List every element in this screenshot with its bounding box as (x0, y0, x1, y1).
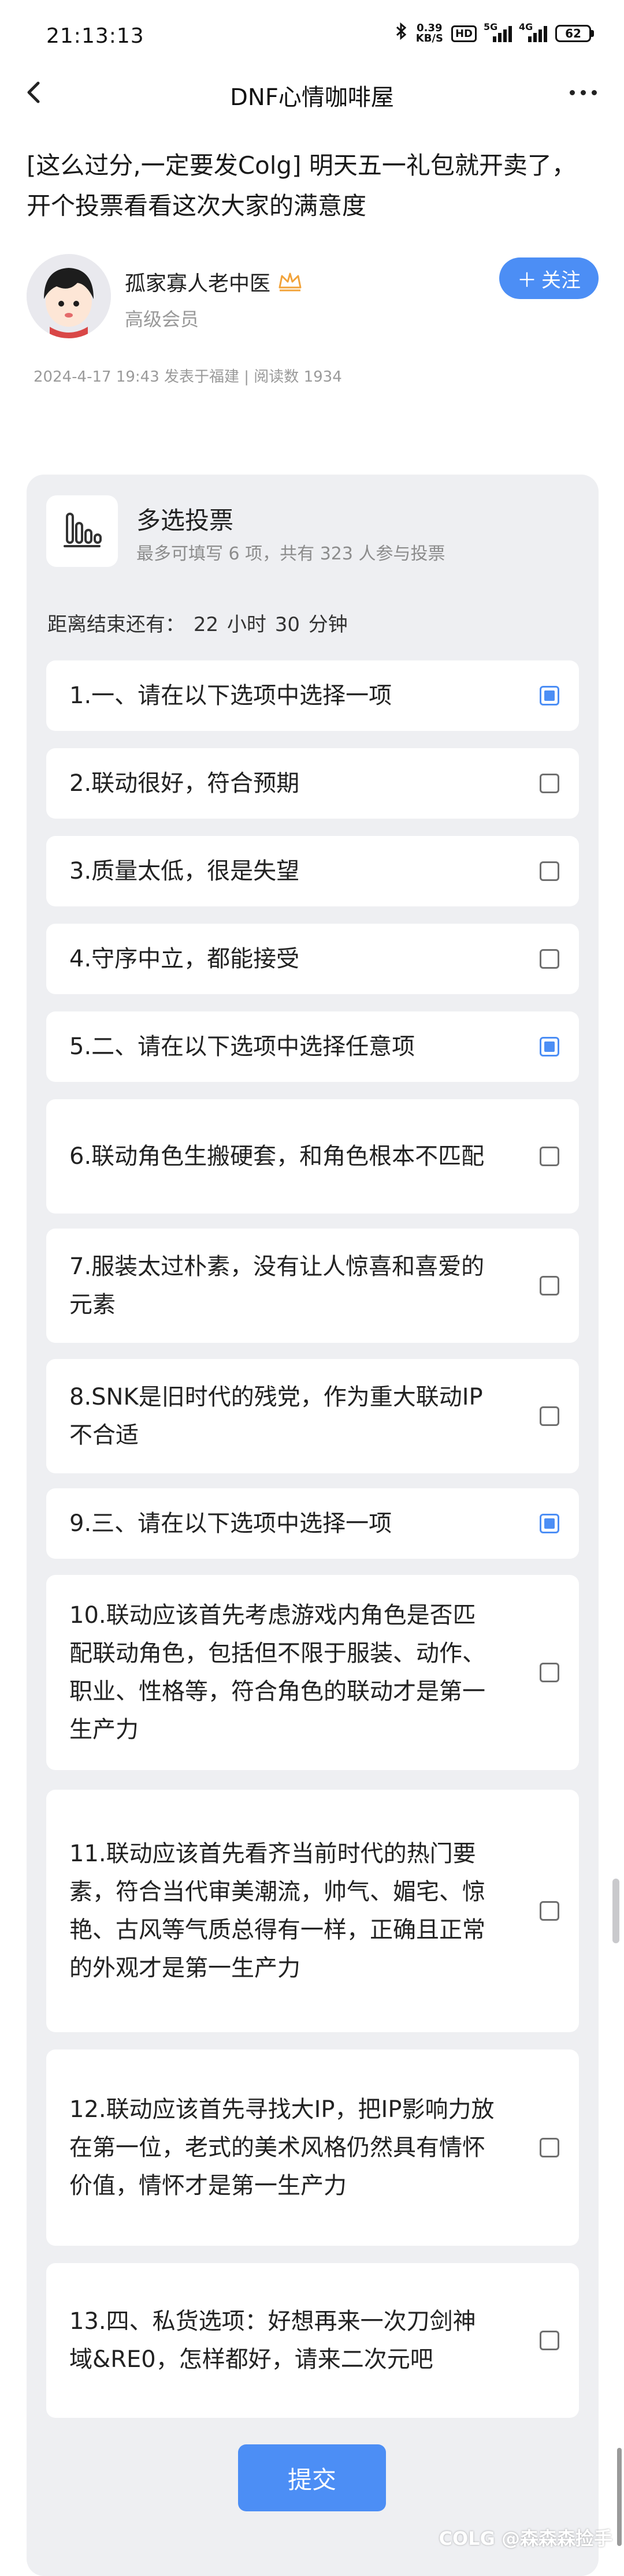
follow-button[interactable]: ＋ 关注 (499, 257, 599, 299)
submit-button[interactable]: 提交 (238, 2444, 386, 2511)
vote-option-2[interactable]: 2.联动很好，符合预期 (46, 748, 579, 819)
vote-option-5[interactable]: 5.二、请在以下选项中选择任意项 (46, 1011, 579, 1082)
nav-title: DNF心情咖啡屋 (230, 84, 394, 111)
signal-4g-icon: 4G (519, 21, 547, 42)
vote-subtitle: 最多可填写 6 项，共有 323 人参与投票 (136, 544, 445, 564)
more-dots-icon (569, 89, 575, 95)
watermark: COLG @森森森捡手 (439, 2528, 613, 2549)
vote-option-text: 1.一、请在以下选项中选择一项 (69, 682, 392, 709)
scrollbar-thumb[interactable] (612, 1879, 619, 1943)
vote-option-text: 13.四、私货选项：好想再来一次刀剑神域&RE0，怎样都好，请来二次元吧 (69, 2308, 476, 2373)
plus-icon: ＋ (517, 268, 537, 292)
vote-option-6[interactable]: 6.联动角色生搬硬套，和角色根本不匹配 (46, 1099, 579, 1214)
deadline-minutes: 30 (274, 613, 300, 636)
status-bar: 21:13:13 0.39 KB/S HD 5G 4G 62 (0, 0, 624, 69)
vote-option-10[interactable]: 10.联动应该首先考虑游戏内角色是否匹配联动角色，包括但不限于服装、动作、职业、… (46, 1575, 579, 1770)
checkbox-icon[interactable] (540, 774, 559, 793)
author-name[interactable]: 孤家寡人老中医 (125, 267, 270, 297)
checkbox-icon[interactable] (540, 1901, 559, 1921)
vote-option-1[interactable]: 1.一、请在以下选项中选择一项 (46, 660, 579, 731)
vote-option-text: 8.SNK是旧时代的残党，作为重大联动IP不合适 (69, 1384, 483, 1448)
vote-option-9[interactable]: 9.三、请在以下选项中选择一项 (46, 1488, 579, 1559)
vote-option-12[interactable]: 12.联动应该首先寻找大IP，把IP影响力放在第一位，老式的美术风格仍然具有情怀… (46, 2049, 579, 2246)
author-name-row: 孤家寡人老中医 (125, 267, 303, 297)
signal-4g-label: 4G (519, 21, 533, 32)
more-button[interactable] (563, 75, 603, 110)
vote-option-3[interactable]: 3.质量太低，很是失望 (46, 836, 579, 906)
status-time: 21:13:13 (46, 24, 144, 48)
vote-option-text: 11.联动应该首先看齐当前时代的热门要素，符合当代审美潮流，帅气、媚宅、惊艳、古… (69, 1840, 485, 1981)
checkbox-icon[interactable] (540, 1276, 559, 1296)
vote-type: 多选投票 (136, 506, 234, 535)
vote-option-text: 10.联动应该首先考虑游戏内角色是否匹配联动角色，包括但不限于服装、动作、职业、… (69, 1602, 485, 1743)
checkbox-icon[interactable] (540, 2138, 559, 2157)
deadline-hours: 22 (193, 613, 219, 636)
vote-option-text: 12.联动应该首先寻找大IP，把IP影响力放在第一位，老式的美术风格仍然具有情怀… (69, 2096, 495, 2199)
post-meta: 2024-4-17 19:43 发表于福建 | 阅读数 1934 (34, 368, 342, 386)
vote-option-text: 7.服装太过朴素，没有让人惊喜和喜爱的元素 (69, 1253, 485, 1318)
bluetooth-icon (395, 22, 408, 45)
signal-5g-label: 5G (484, 21, 498, 32)
battery-level: 62 (555, 25, 591, 42)
vote-option-text: 6.联动角色生搬硬套，和角色根本不匹配 (69, 1143, 485, 1170)
vote-option-text: 5.二、请在以下选项中选择任意项 (69, 1033, 415, 1060)
vote-option-4[interactable]: 4.守序中立，都能接受 (46, 924, 579, 994)
follow-label: 关注 (541, 268, 581, 292)
checkbox-checked-icon[interactable] (540, 1037, 559, 1056)
author-row: 孤家寡人老中医 高级会员 ＋ 关注 (27, 254, 599, 346)
post-title: [这么过分,一定要发Colg] 明天五一礼包就开卖了，开个投票看看这次大家的满意… (27, 151, 576, 220)
vote-option-7[interactable]: 7.服装太过朴素，没有让人惊喜和喜爱的元素 (46, 1229, 579, 1343)
checkbox-icon[interactable] (540, 861, 559, 881)
checkbox-checked-icon[interactable] (540, 1514, 559, 1533)
checkbox-icon[interactable] (540, 1147, 559, 1166)
vote-option-text: 2.联动很好，符合预期 (69, 770, 300, 797)
crown-icon (278, 272, 302, 292)
status-icons: 0.39 KB/S HD 5G 4G 62 (395, 21, 594, 45)
nav-bar: DNF心情咖啡屋 (0, 69, 624, 115)
avatar[interactable] (27, 254, 111, 338)
checkbox-icon[interactable] (540, 1406, 559, 1426)
net-speed: 0.39 KB/S (416, 23, 443, 44)
edge-scroll-handle[interactable] (617, 2448, 622, 2546)
vote-icon-box (46, 495, 118, 567)
checkbox-icon[interactable] (540, 1663, 559, 1682)
vote-option-text: 4.守序中立，都能接受 (69, 946, 300, 972)
net-speed-unit: KB/S (415, 32, 443, 44)
hd-badge: HD (451, 25, 477, 42)
deadline-minutes-unit: 分钟 (308, 613, 348, 636)
signal-5g-icon: 5G (484, 21, 512, 42)
checkbox-checked-icon[interactable] (540, 686, 559, 705)
vote-option-13[interactable]: 13.四、私货选项：好想再来一次刀剑神域&RE0，怎样都好，请来二次元吧 (46, 2263, 579, 2418)
author-level: 高级会员 (125, 308, 199, 330)
vote-option-8[interactable]: 8.SNK是旧时代的残党，作为重大联动IP不合适 (46, 1359, 579, 1473)
battery-icon: 62 (555, 25, 594, 42)
vote-option-text: 3.质量太低，很是失望 (69, 858, 300, 884)
vote-deadline: 距离结束还有： 22 小时 30 分钟 (47, 608, 348, 637)
avatar-image (27, 254, 111, 338)
vote-option-11[interactable]: 11.联动应该首先看齐当前时代的热门要素，符合当代审美潮流，帅气、媚宅、惊艳、古… (46, 1790, 579, 2032)
checkbox-icon[interactable] (540, 2331, 559, 2350)
checkbox-icon[interactable] (540, 949, 559, 969)
vote-option-text: 9.三、请在以下选项中选择一项 (69, 1510, 392, 1537)
deadline-label: 距离结束还有： (47, 613, 185, 636)
vote-card: 多选投票 最多可填写 6 项，共有 323 人参与投票 距离结束还有： 22 小… (27, 475, 599, 2576)
deadline-hours-unit: 小时 (226, 613, 266, 636)
bar-chart-icon (64, 513, 102, 547)
